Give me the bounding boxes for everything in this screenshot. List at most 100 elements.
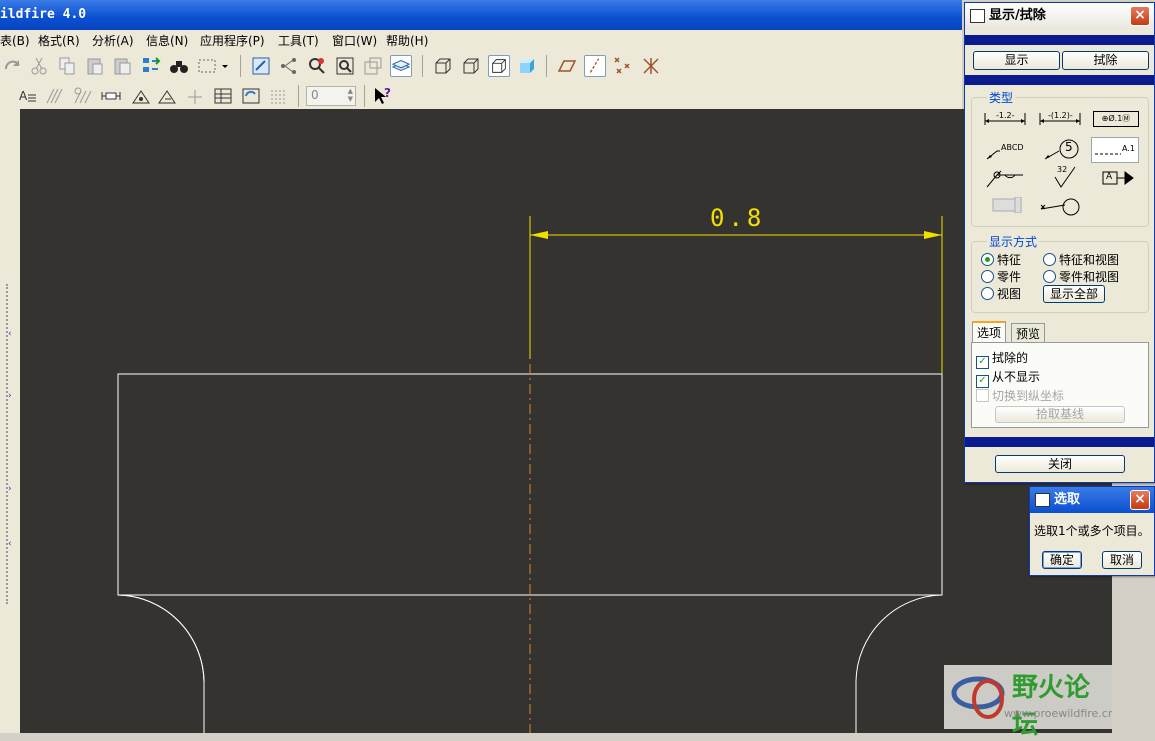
axis-type-icon[interactable]: A.1 <box>1091 137 1139 163</box>
insert-table-icon[interactable] <box>184 85 206 107</box>
hatch-edit-icon[interactable] <box>72 85 94 107</box>
tab-options[interactable]: 选项 <box>972 321 1007 342</box>
surface-finish-type-icon[interactable]: 32 <box>1051 165 1081 192</box>
show-erase-dialog: 显示/拭除 × 显示 拭除 类型 -1.2- -(1.2)- ⊕Ø.1Ⓜ ABC… <box>964 2 1155 483</box>
redo-icon[interactable] <box>2 55 24 77</box>
pick-baseline-button: 拾取基线 <box>995 406 1125 423</box>
close-icon[interactable]: × <box>1130 6 1150 26</box>
text-style-icon[interactable]: A <box>16 85 38 107</box>
toolbar-separator <box>240 55 241 77</box>
mode-feature-radio[interactable]: 特征 <box>981 251 1021 268</box>
menu-table[interactable]: 表(B) <box>0 32 30 49</box>
paste-icon[interactable] <box>84 55 106 77</box>
toolbar-separator <box>298 85 299 107</box>
note-type-icon[interactable]: ABCD <box>985 139 1029 164</box>
reference-datum-type-icon[interactable] <box>1039 195 1085 220</box>
redraw-icon[interactable] <box>250 55 272 77</box>
dialog-separator-bar <box>965 437 1154 447</box>
select-title-bar[interactable]: 选取 × <box>1030 487 1154 513</box>
forum-watermark: 野火论坛 www.proewildfire.cn <box>944 665 1115 740</box>
orient-icon[interactable] <box>306 55 328 77</box>
copy-icon[interactable] <box>56 55 78 77</box>
dialog-icon <box>970 9 985 23</box>
show-button[interactable]: 显示 <box>973 51 1060 70</box>
select-dialog: 选取 × 选取1个或多个项目。 确定 取消 <box>1029 486 1155 576</box>
view-move-icon[interactable] <box>156 85 178 107</box>
coordinate-system-icon[interactable] <box>640 55 662 77</box>
wireframe-icon[interactable] <box>432 55 454 77</box>
context-help-icon[interactable]: ? <box>372 85 394 107</box>
close-icon[interactable]: × <box>1130 490 1150 510</box>
dialog-icon <box>1035 493 1050 507</box>
watermark-title: 野火论坛 <box>1012 673 1091 740</box>
main-toolbar <box>0 50 962 83</box>
svg-text:A: A <box>19 89 28 103</box>
shading-icon[interactable] <box>516 55 538 77</box>
menu-info[interactable]: 信息(N) <box>146 32 188 49</box>
erase-button[interactable]: 拭除 <box>1062 51 1149 70</box>
dimension-type-icon[interactable]: -1.2- <box>983 109 1027 132</box>
mode-feature-and-view-radio[interactable]: 特征和视图 <box>1043 251 1119 268</box>
collapse-arrow-icon[interactable]: ‹ <box>8 539 12 549</box>
mode-part-and-view-radio[interactable]: 零件和视图 <box>1043 268 1119 285</box>
dropdown-arrow-icon[interactable] <box>220 55 230 77</box>
watermark-url: www.proewildfire.cn <box>1004 707 1115 720</box>
expand-arrow-icon[interactable]: › <box>8 391 12 401</box>
datum-type-icon[interactable]: A <box>1101 169 1137 190</box>
menu-applications[interactable]: 应用程序(P) <box>200 32 265 49</box>
reference-dimension-type-icon[interactable]: -(1.2)- <box>1038 109 1082 132</box>
hidden-line-icon[interactable] <box>460 55 482 77</box>
left-panel-strip[interactable]: ‹ › › ‹ <box>0 109 21 733</box>
radio-icon <box>1043 270 1056 283</box>
collapse-arrow-icon[interactable]: ‹ <box>8 329 12 339</box>
view-icon[interactable] <box>130 85 152 107</box>
balloon-type-icon[interactable]: 5 <box>1043 139 1087 166</box>
dialog-separator-bar <box>965 75 1154 85</box>
no-hidden-icon[interactable] <box>488 55 510 77</box>
select-box-icon[interactable] <box>196 55 218 77</box>
binoculars-icon[interactable] <box>168 55 190 77</box>
mode-view-radio[interactable]: 视图 <box>981 285 1021 302</box>
expand-arrow-icon[interactable]: › <box>8 484 12 494</box>
dimension-icon[interactable] <box>100 85 122 107</box>
menu-format[interactable]: 格式(R) <box>38 32 80 49</box>
zoom-out-icon[interactable] <box>362 55 384 77</box>
window-title: ildfire 4.0 <box>0 7 87 22</box>
geometric-tolerance-type-icon[interactable]: ⊕Ø.1Ⓜ <box>1093 111 1139 127</box>
menu-tools[interactable]: 工具(T) <box>278 32 319 49</box>
toolbar-separator <box>546 55 547 77</box>
mode-part-radio[interactable]: 零件 <box>981 268 1021 285</box>
menu-bar: 表(B) 格式(R) 分析(A) 信息(N) 应用程序(P) 工具(T) 窗口(… <box>0 30 962 50</box>
menu-analysis[interactable]: 分析(A) <box>92 32 134 49</box>
sheet-spinner[interactable]: 0 ▲ ▼ <box>306 86 356 106</box>
menu-help[interactable]: 帮助(H) <box>386 32 428 49</box>
layers-icon[interactable] <box>390 55 412 77</box>
paste-special-icon[interactable] <box>112 55 134 77</box>
close-button[interactable]: 关闭 <box>995 455 1125 473</box>
menu-window[interactable]: 窗口(W) <box>332 32 377 49</box>
repeat-region-icon[interactable] <box>268 85 290 107</box>
show-erase-title-bar[interactable]: 显示/拭除 × <box>965 3 1154 29</box>
datum-point-icon[interactable] <box>612 55 634 77</box>
checkbox-empty-icon <box>976 389 989 402</box>
datum-axis-icon[interactable] <box>584 55 606 77</box>
zoom-in-icon[interactable] <box>334 55 356 77</box>
cut-icon[interactable] <box>28 55 50 77</box>
datum-plane-icon[interactable] <box>556 55 578 77</box>
regenerate-icon[interactable] <box>140 55 162 77</box>
show-erase-title: 显示/拭除 <box>989 8 1046 23</box>
table-icon[interactable] <box>212 85 234 107</box>
tab-preview[interactable]: 预览 <box>1011 323 1046 343</box>
spinner-arrows-icon[interactable]: ▲ ▼ <box>348 87 353 103</box>
dimension-value[interactable]: 0.8 <box>710 204 765 232</box>
spin-center-icon[interactable] <box>278 55 300 77</box>
ok-button[interactable]: 确定 <box>1042 551 1082 569</box>
hatch-icon[interactable] <box>44 85 66 107</box>
show-all-button[interactable]: 显示全部 <box>1043 285 1105 303</box>
cancel-button[interactable]: 取消 <box>1102 551 1142 569</box>
drawing-canvas[interactable]: 0.8 野火论坛 www.proewildfire.cn <box>20 109 1115 740</box>
erased-checkbox[interactable]: ✓ 拭除的 <box>976 349 1028 369</box>
never-shown-checkbox[interactable]: ✓ 从不显示 <box>976 368 1040 388</box>
update-table-icon[interactable] <box>240 85 262 107</box>
weld-symbol-type-icon[interactable] <box>985 167 1029 192</box>
